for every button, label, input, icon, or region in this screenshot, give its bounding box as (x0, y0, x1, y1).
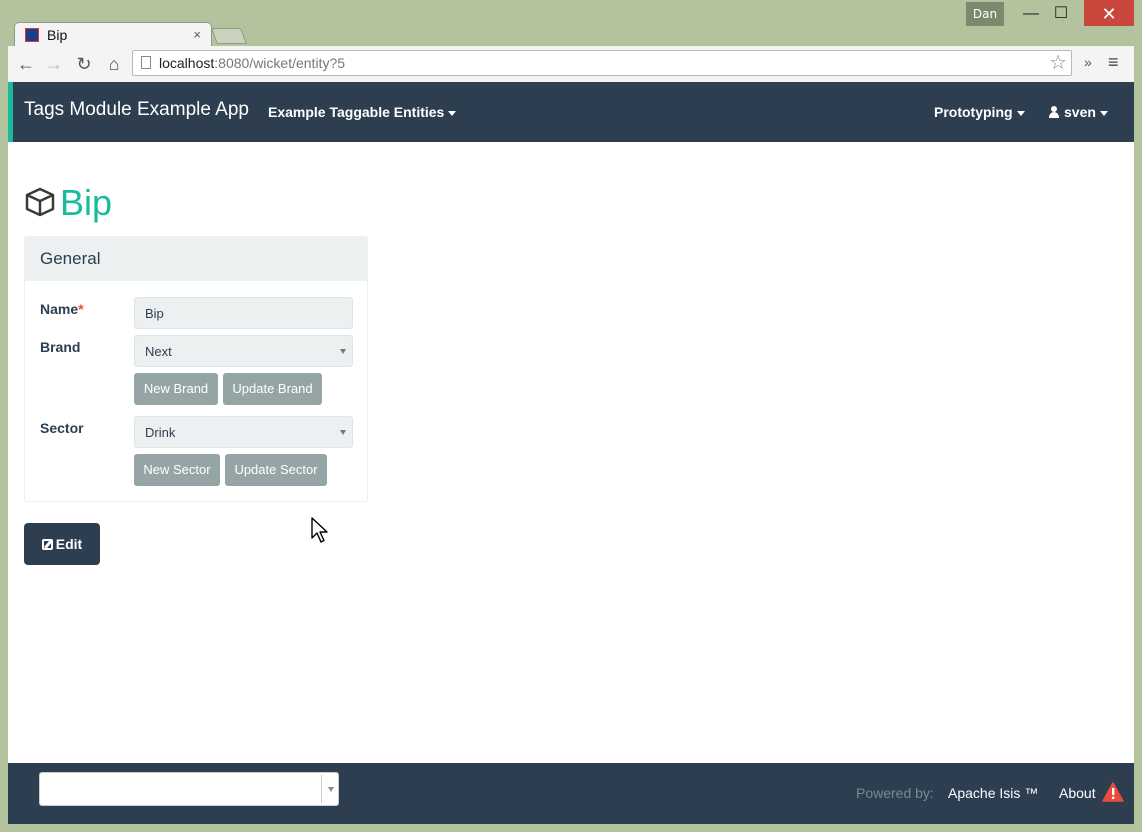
brand-label: Brand (40, 339, 81, 355)
panel-title: General (40, 249, 101, 268)
caret-down-icon (1016, 110, 1025, 116)
edit-icon (41, 539, 53, 550)
back-button[interactable]: ← (14, 52, 38, 76)
footer-select[interactable] (39, 772, 339, 806)
menu-example-taggable-entities[interactable]: Example Taggable Entities (268, 104, 457, 120)
address-bar[interactable]: localhost:8080/wicket/entity?5 ☆ (132, 50, 1072, 76)
brand-select[interactable]: Next (134, 335, 353, 367)
edit-button[interactable]: Edit (24, 523, 100, 565)
page-viewport: Tags Module Example App Example Taggable… (8, 82, 1134, 824)
new-tab-button[interactable] (211, 28, 247, 44)
bookmark-star-icon[interactable]: ☆ (1049, 51, 1067, 75)
reload-button[interactable]: ↻ (72, 52, 96, 76)
chevron-down-icon (328, 787, 334, 792)
url-text: localhost:8080/wicket/entity?5 (159, 55, 346, 71)
chevron-down-icon (340, 349, 346, 354)
tab-close-button[interactable]: × (193, 27, 201, 42)
name-field[interactable]: Bip (134, 297, 353, 329)
menu-user[interactable]: sven (1048, 104, 1108, 120)
update-sector-button[interactable]: Update Sector (225, 454, 327, 486)
about-link[interactable]: About (1059, 785, 1096, 801)
caret-down-icon (1099, 110, 1108, 116)
warning-icon[interactable] (1102, 782, 1124, 802)
favicon-icon (25, 28, 39, 42)
page-icon (141, 56, 151, 69)
forward-button[interactable]: → (42, 52, 66, 76)
menu-prototyping[interactable]: Prototyping (934, 104, 1025, 120)
navbar-accent (8, 82, 13, 142)
browser-menu-button[interactable]: ≡ (1108, 52, 1119, 73)
update-brand-button[interactable]: Update Brand (223, 373, 322, 405)
new-sector-button[interactable]: New Sector (134, 454, 220, 486)
browser-toolbar: ← → ↻ ⌂ localhost:8080/wicket/entity?5 ☆… (8, 46, 1134, 83)
window-titlebar: Dan — ☐ ✕ Bip × (0, 0, 1142, 49)
home-button[interactable]: ⌂ (102, 52, 126, 76)
caret-down-icon (448, 110, 457, 116)
mouse-cursor-icon (311, 517, 328, 543)
powered-by-label: Powered by: (856, 785, 934, 801)
close-window-button[interactable]: ✕ (1084, 0, 1134, 26)
new-brand-button[interactable]: New Brand (134, 373, 218, 405)
sector-label: Sector (40, 420, 84, 436)
app-footer: Powered by: Apache Isis ™ About (8, 763, 1134, 824)
user-icon (1048, 106, 1060, 118)
general-panel: General Name* Bip Brand Next New Brand U… (24, 236, 368, 502)
app-navbar: Tags Module Example App Example Taggable… (8, 82, 1134, 142)
profile-badge[interactable]: Dan (966, 2, 1004, 26)
tab-title: Bip (47, 27, 68, 43)
panel-heading: General (25, 237, 367, 281)
extensions-overflow-button[interactable]: » (1084, 54, 1092, 70)
select-divider (321, 775, 322, 803)
sector-select[interactable]: Drink (134, 416, 353, 448)
app-brand[interactable]: Tags Module Example App (24, 99, 249, 121)
cube-icon (25, 187, 55, 217)
name-label: Name* (40, 301, 84, 317)
chevron-down-icon (340, 430, 346, 435)
entity-title-text: Bip (60, 182, 113, 223)
browser-tab[interactable]: Bip × (14, 22, 212, 49)
maximize-button[interactable]: ☐ (1042, 0, 1080, 28)
apache-isis-link[interactable]: Apache Isis ™ (948, 785, 1038, 801)
